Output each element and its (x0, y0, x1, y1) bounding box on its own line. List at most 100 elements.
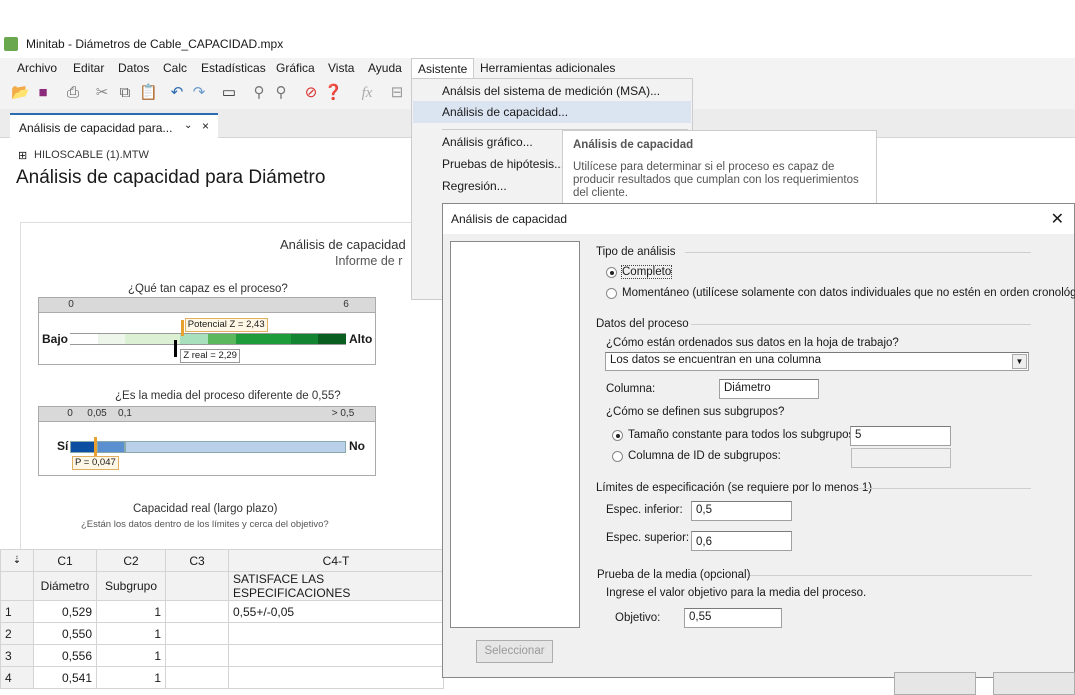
gauge-segment (125, 441, 346, 453)
row-number: 3 (0, 644, 34, 667)
close-icon[interactable]: × (202, 119, 209, 133)
capability-dialog: Análisis de capacidad ✕ Seleccionar Tipo… (442, 203, 1075, 695)
window-title: Minitab - Diámetros de Cable_CAPACIDAD.m… (26, 37, 284, 51)
completo-label[interactable]: Completo (620, 265, 673, 279)
menu-vista[interactable]: Vista (328, 61, 354, 75)
report-panel: Análisis de capacidad Informe de r ¿Qué … (20, 222, 450, 552)
cell[interactable] (165, 622, 229, 645)
superior-input[interactable]: 0,6 (691, 531, 792, 551)
cell[interactable]: 1 (96, 600, 166, 623)
column-name[interactable]: SATISFACE LAS ESPECIFICACIONES (228, 571, 444, 601)
column-name[interactable]: Diámetro (33, 571, 97, 601)
potential-label: Potencial Z = 2,43 (184, 318, 268, 332)
colid-input[interactable] (851, 448, 951, 468)
column-name[interactable] (165, 571, 229, 601)
menu-asistente[interactable]: Asistente (411, 58, 475, 79)
column-name[interactable]: Subgrupo (96, 571, 166, 601)
column-header[interactable]: C4-T (228, 549, 444, 572)
tab-capability-report[interactable]: Análisis de capacidad para... ⌄ × (10, 113, 218, 139)
gauge1-question: ¿Qué tan capaz es el proceso? (128, 283, 288, 295)
column-header[interactable]: C1 (33, 549, 97, 572)
chevron-down-icon[interactable]: ▼ (1012, 354, 1027, 369)
gauge-segment (97, 441, 125, 453)
menu-item-msa[interactable]: Análsis del sistema de medición (MSA)... (442, 84, 660, 98)
cell[interactable] (228, 622, 444, 645)
objetivo-input[interactable]: 0,55 (684, 608, 782, 628)
cell[interactable]: 0,550 (33, 622, 97, 645)
group-datos: Datos del proceso (596, 318, 689, 330)
radio-columna-id[interactable] (612, 451, 623, 462)
variables-listbox[interactable] (450, 241, 580, 628)
function-icon[interactable]: fx (358, 84, 376, 102)
menu-calc[interactable]: Calc (163, 61, 187, 75)
gauge-segment (97, 333, 126, 345)
paste-icon[interactable]: 📋 (139, 84, 158, 102)
gauge-scale: 0 6 (39, 298, 375, 313)
cancel-button[interactable] (993, 672, 1075, 695)
cancel-icon[interactable]: ⊘ (302, 84, 320, 102)
inferior-input[interactable]: 0,5 (691, 501, 792, 521)
gauge-segment (235, 333, 291, 345)
open-icon[interactable]: 📂 (11, 84, 30, 102)
gauge-segment (318, 333, 346, 345)
menu-grafica[interactable]: Gráfica (276, 61, 315, 75)
columna-input[interactable]: Diámetro (719, 379, 819, 399)
find-icon[interactable]: ⚲ (250, 84, 268, 102)
undo-icon[interactable]: ↶ (168, 84, 186, 102)
radio-momentaneo[interactable] (606, 288, 617, 299)
section-title: Capacidad real (largo plazo) (133, 503, 278, 515)
find-next-icon[interactable]: ⚲ (272, 84, 290, 102)
menu-estadisticas[interactable]: Estadísticas (201, 61, 266, 75)
worksheet-grid: ⇣ C1 C2 C3 C4-T Diámetro Subgrupo SATISF… (0, 549, 444, 689)
radio-completo[interactable] (606, 267, 617, 278)
cell[interactable]: 1 (96, 622, 166, 645)
momentaneo-label[interactable]: Momentáneo (utilícese solamente con dato… (622, 287, 1075, 299)
gauge-segment (125, 333, 181, 345)
window-icon[interactable]: ▭ (220, 84, 238, 102)
dialog-title-bar: Análisis de capacidad ✕ (443, 204, 1074, 234)
tooltip-body: Utilícese para determinar si el proceso … (573, 161, 859, 199)
menu-item-hipotesis[interactable]: Pruebas de hipótesis... (442, 157, 564, 171)
menu-item-capacidad[interactable]: Análisis de capacidad... (442, 105, 568, 119)
copy-icon[interactable]: ⧉ (116, 84, 134, 102)
menu-item-grafico[interactable]: Análisis gráfico... (442, 135, 533, 149)
redo-icon[interactable]: ↷ (190, 84, 208, 102)
close-icon[interactable]: ✕ (1051, 209, 1064, 229)
sort-arrow-icon[interactable]: ⇣ (0, 549, 34, 572)
colid-label[interactable]: Columna de ID de subgrupos: (628, 450, 781, 462)
menu-archivo[interactable]: Archivo (17, 61, 57, 75)
cell[interactable] (228, 644, 444, 667)
select-button[interactable]: Seleccionar (476, 640, 553, 663)
menu-herramientas-adicionales[interactable]: Herramientas adicionales (480, 61, 615, 75)
table-row: 1 0,529 1 0,55+/-0,05 (0, 600, 444, 623)
help-icon[interactable]: ❓ (324, 84, 343, 102)
arrangement-select[interactable]: Los datos se encuentran en una columna ▼ (605, 352, 1029, 371)
menu-item-regresion[interactable]: Regresión... (442, 179, 507, 193)
tamano-input[interactable]: 5 (850, 426, 951, 446)
print-icon[interactable]: ⎙ (64, 84, 82, 102)
tamano-label[interactable]: Tamaño constante para todos los subgrupo… (628, 429, 858, 441)
menu-ayuda[interactable]: Ayuda (368, 61, 402, 75)
cell[interactable] (165, 644, 229, 667)
radio-tamano-constante[interactable] (612, 430, 623, 441)
gauge2-question: ¿Es la media del proceso diferente de 0,… (115, 390, 341, 402)
cut-icon[interactable]: ✂ (93, 84, 111, 102)
page-title: Análisis de capacidad para Diámetro (16, 167, 326, 188)
cell[interactable]: 1 (96, 644, 166, 667)
chevron-down-icon[interactable]: ⌄ (184, 120, 192, 131)
ok-button[interactable] (894, 672, 976, 695)
group-line (685, 252, 1031, 253)
cell[interactable]: 0,529 (33, 600, 97, 623)
no-label: No (349, 439, 365, 453)
menu-datos[interactable]: Datos (118, 61, 149, 75)
column-header[interactable]: C3 (165, 549, 229, 572)
save-icon[interactable]: ■ (34, 84, 52, 102)
low-label: Bajo (42, 332, 69, 346)
cell[interactable] (165, 600, 229, 623)
cell[interactable]: 0,556 (33, 644, 97, 667)
inferior-label: Espec. inferior: (606, 504, 683, 516)
cell[interactable]: 0,55+/-0,05 (228, 600, 444, 623)
outline-icon[interactable]: ⊟ (388, 84, 406, 102)
menu-editar[interactable]: Editar (73, 61, 104, 75)
column-header[interactable]: C2 (96, 549, 166, 572)
